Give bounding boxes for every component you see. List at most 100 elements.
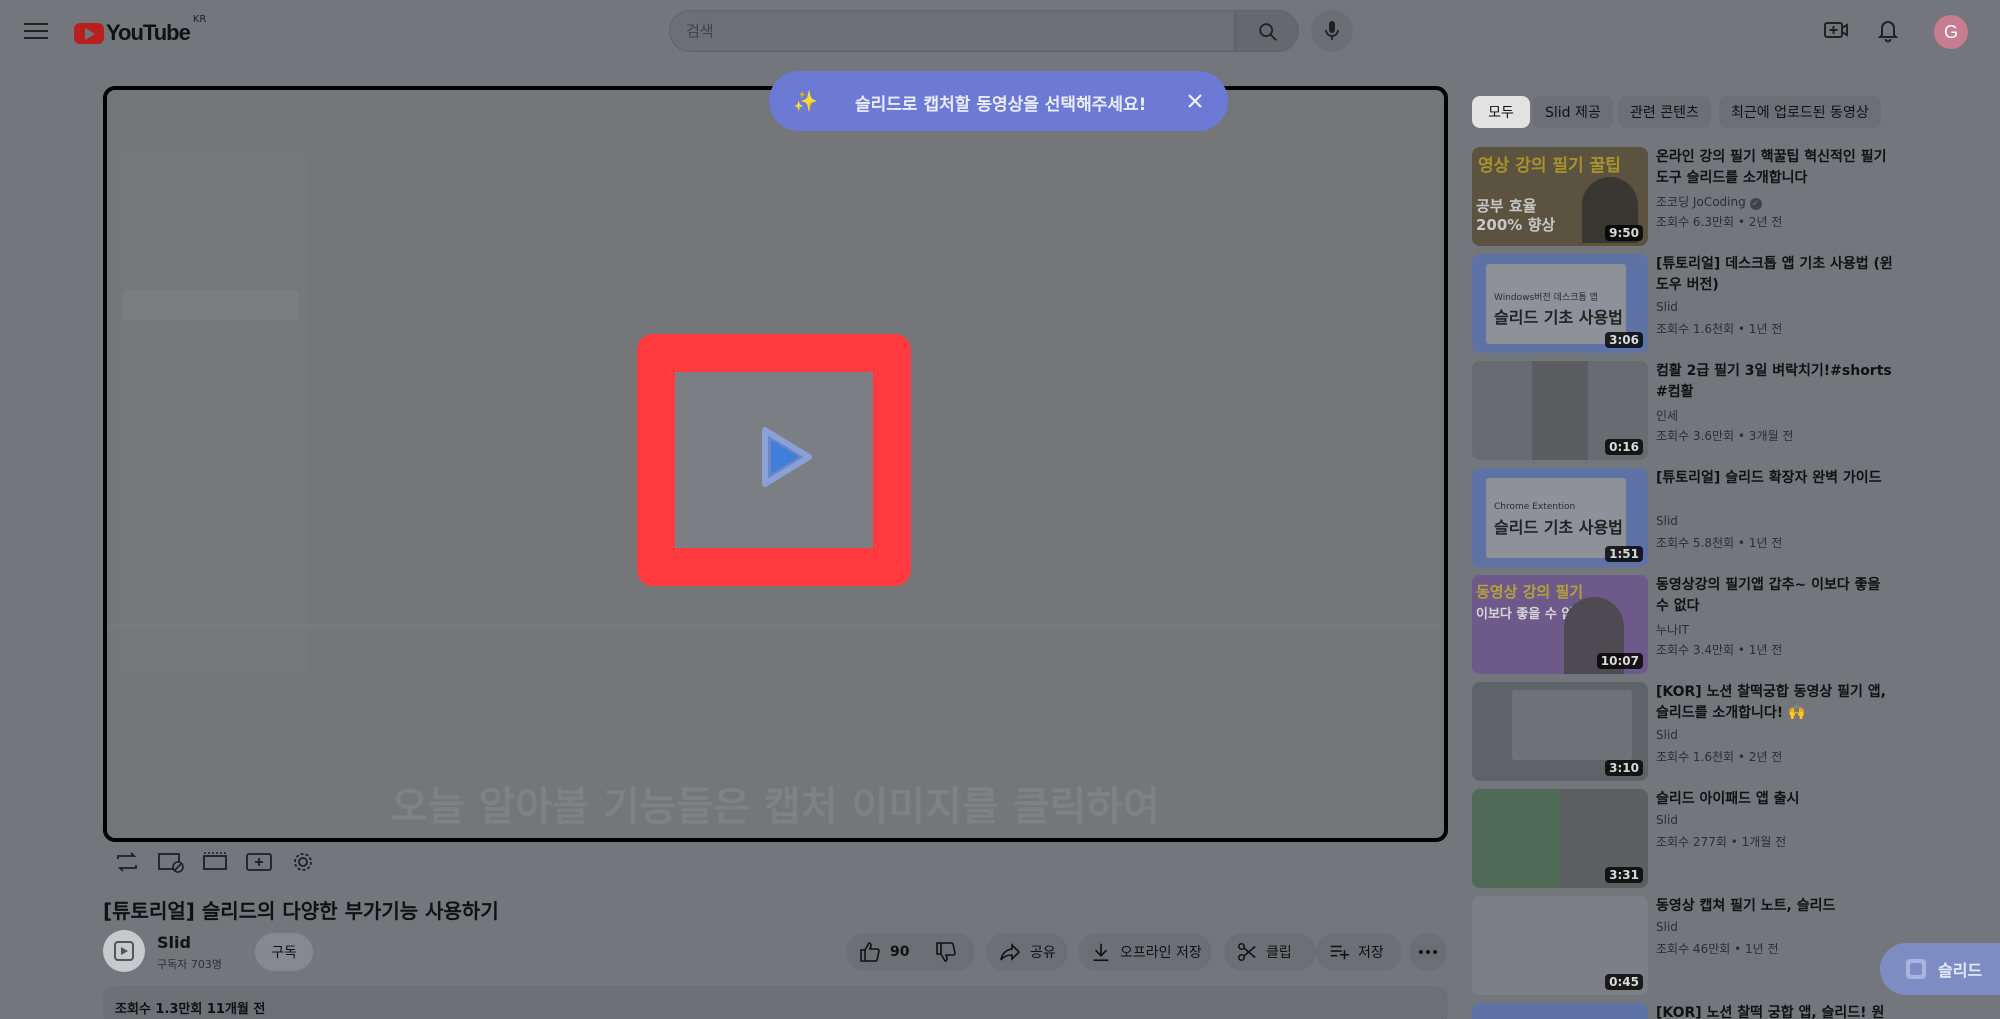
thumbnail-caption: Chrome Extention [1494,502,1576,512]
create-button[interactable] [1822,16,1854,48]
chip-related[interactable]: 관련 콘텐츠 [1618,96,1711,128]
save-button[interactable]: 저장 [1316,933,1402,971]
search-input[interactable] [670,11,1234,51]
save-label: 저장 [1358,945,1384,961]
video-title: [튜토리얼] 데스크톱 앱 기초 사용법 (윈도우 버전) [1656,256,1893,293]
video-title: [튜토리얼] 슬리드 확장자 완벽 가이드 [1656,470,1882,486]
slid-logo-icon [114,941,134,961]
video-duration: 10:07 [1596,653,1643,669]
thumbnail-caption: 동영상 강의 필기 [1476,583,1584,601]
video-thumbnail: Chrome Extention 슬리드 기초 사용법 1:51 [1472,468,1648,567]
sparkles-icon: ✨ [793,89,818,113]
video-meta: 조회수 1.6천회 • 1년 전 [1656,322,1783,336]
recommendation-item[interactable]: 0:16 컴활 2급 필기 3일 벼락치기!#shorts #컴활 인세 조회수… [1472,361,1912,461]
clip-button[interactable]: 클립 [1224,933,1316,971]
recommendation-item[interactable]: 3:10 [KOR] 노션 찰떡궁합 동영상 필기 앱, 슬리드를 소개합니다!… [1472,682,1912,782]
subscriber-count: 구독자 703명 [157,958,222,971]
description-box[interactable]: 조회수 1.3만회 11개월 전 [103,986,1448,1019]
video-thumbnail: 영상 강의 필기 꿀팁 공부 효율 200% 향상 9:50 [1472,147,1648,246]
chip-recently-uploaded[interactable]: 최근에 업로드된 동영상 [1719,96,1881,128]
capture-area-icon[interactable] [156,850,186,874]
bell-icon [1877,21,1899,43]
video-player[interactable]: 오늘 알아볼 기능들은 캡처 이미지를 클릭하여 [103,86,1448,842]
voice-search-button[interactable] [1311,10,1353,52]
thumbnail-caption: Windows버전 데스크톱 앱 [1494,293,1598,303]
video-duration: 0:16 [1605,439,1643,455]
video-title: 슬리드 아이패드 앱 출시 [1656,791,1800,807]
video-duration: 3:31 [1605,867,1643,883]
chip-all[interactable]: 모두 [1472,96,1530,128]
channel-name: 누나IT [1656,623,1689,637]
toast-message: 슬리드로 캡처할 동영상을 선택해주세요! [855,95,1147,115]
offline-save-label: 오프라인 저장 [1120,945,1202,961]
channel-name: Slid [1656,813,1678,827]
recommendation-item[interactable]: 동영상 강의 필기 이보다 좋을 수 없다 10:07 동영상강의 필기앱 갑추… [1472,575,1912,675]
recommendation-item[interactable]: Windows버전 데스크톱 앱 슬리드 기초 사용법 3:06 [튜토리얼] … [1472,254,1912,354]
video-thumbnail: 동영상 강의 필기 이보다 좋을 수 없다 10:07 [1472,575,1648,674]
video-duration: 3:10 [1605,760,1643,776]
crop-frame-icon[interactable] [200,850,230,874]
thumbnail-caption-2: 슬리드 기초 사용법 [1494,518,1623,537]
slid-floating-button[interactable]: 슬리드 [1880,943,2000,995]
toast-close-button[interactable] [1179,85,1211,117]
channel-name: Slid [1656,300,1678,314]
region-code: KR [192,14,207,25]
more-horizontal-icon [1419,950,1437,954]
settings-gear-icon[interactable] [288,850,318,874]
search-button[interactable] [1235,10,1299,52]
player-ghost-sidebar [121,154,306,674]
channel-avatar[interactable] [103,930,145,972]
video-subtitle: 오늘 알아볼 기능들은 캡처 이미지를 클릭하여 [391,784,1160,830]
play-icon [762,427,812,487]
player-ghost-item [123,290,299,320]
scissors-icon [1237,942,1256,962]
recommendation-item[interactable]: 영상 강의 필기 꿀팁 공부 효율 200% 향상 9:50 온라인 강의 필기… [1472,147,1912,247]
notifications-button[interactable] [1874,16,1906,48]
add-capture-icon[interactable] [244,850,274,874]
video-meta: 조회수 3.6만회 • 3개월 전 [1656,429,1794,443]
video-duration: 3:06 [1605,332,1643,348]
channel-name: Slid [1656,920,1678,934]
slid-logo-icon [1906,959,1926,979]
slid-capture-frame[interactable] [637,334,911,586]
recommendation-item[interactable]: 3:31 슬리드 아이패드 앱 출시 Slid 조회수 277회 • 1개월 전 [1472,789,1912,889]
share-button[interactable]: 공유 [986,933,1068,971]
recommendation-item[interactable]: 0:45 동영상 캡쳐 필기 노트, 슬리드 Slid 조회수 46만회 • 1… [1472,896,1912,996]
share-label: 공유 [1030,945,1056,961]
video-thumbnail: 3:10 [1472,682,1648,781]
video-meta: 조회수 277회 • 1개월 전 [1656,835,1787,849]
download-icon [1093,943,1109,962]
youtube-logo[interactable]: YouTube KR [74,14,206,46]
video-duration: 0:45 [1605,974,1643,990]
chip-from-slid[interactable]: Slid 제공 [1533,96,1613,128]
video-title: [KOR] 노션 찰떡 궁합 앱, 슬리드! 원 [1656,1005,1885,1019]
video-meta: 조회수 1.6천회 • 2년 전 [1656,750,1783,764]
create-video-icon [1824,22,1848,38]
channel-name[interactable]: Slid [157,933,191,952]
video-title: 온라인 강의 필기 핵꿀팁 혁신적인 필기 도구 슬리드를 소개합니다 [1656,149,1887,186]
playlist-add-icon [1330,945,1350,960]
account-avatar[interactable]: G [1934,15,1968,49]
dislike-button[interactable] [920,933,976,971]
slid-extension-controls [112,850,318,874]
close-icon [1188,94,1202,108]
more-actions-button[interactable] [1409,933,1447,971]
video-meta: 조회수 6.3만회 • 2년 전 [1656,215,1783,229]
video-meta: 조회수 5.8천회 • 1년 전 [1656,536,1783,550]
video-title: [튜토리얼] 슬리드의 다양한 부가기능 사용하기 [103,899,499,923]
video-thumbnail: 3:31 [1472,789,1648,888]
thumbnail-caption: 영상 강의 필기 꿀팁 [1478,156,1621,176]
share-icon [1000,943,1021,961]
repeat-icon[interactable] [112,850,142,874]
video-title: 동영상강의 필기앱 갑추~ 이보다 좋을 수 없다 [1656,577,1881,614]
video-meta: 조회수 46만회 • 1년 전 [1656,942,1779,956]
subscribe-button[interactable]: 구독 [255,933,313,971]
channel-name: Slid [1656,728,1678,742]
youtube-play-icon [74,22,104,44]
recommendation-item[interactable]: [KOR] 노션 찰떡 궁합 앱, 슬리드! 원 [1472,1003,1912,1019]
recommendation-item[interactable]: Chrome Extention 슬리드 기초 사용법 1:51 [튜토리얼] … [1472,468,1912,568]
top-bar: YouTube KR G [0,0,2000,64]
offline-save-button[interactable]: 오프라인 저장 [1078,933,1212,971]
search-icon [1259,23,1277,41]
menu-icon[interactable] [22,18,50,46]
